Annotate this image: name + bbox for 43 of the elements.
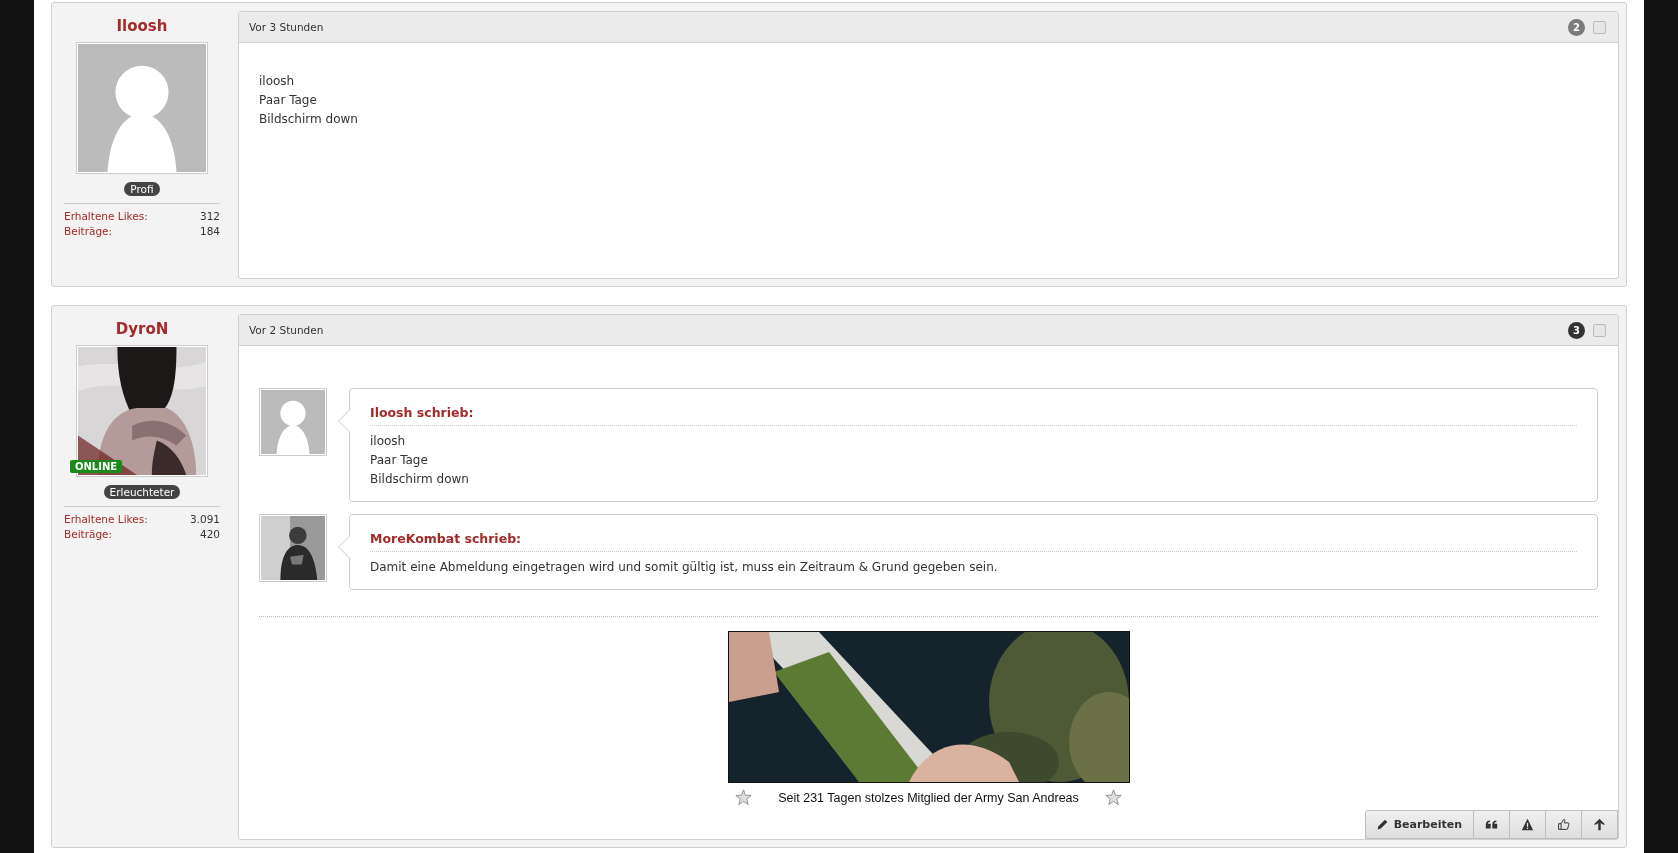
stat-value: 312 [199, 210, 220, 222]
quote-line: iloosh [370, 433, 407, 450]
edit-button[interactable]: Bearbeiten [1364, 810, 1474, 839]
message-line: iloosh [259, 73, 296, 90]
quote-button[interactable] [1474, 810, 1510, 839]
like-button[interactable] [1546, 810, 1582, 839]
message-line: Paar Tage [259, 92, 318, 109]
stat-label: Erhaltene Likes: [64, 513, 148, 525]
post-time: Vor 2 Stunden [249, 324, 325, 336]
quote-line: Paar Tage [370, 452, 429, 469]
quote-author[interactable]: Iloosh schrieb: [370, 405, 1577, 426]
star-icon [1104, 789, 1122, 806]
report-button[interactable] [1510, 810, 1546, 839]
select-checkbox[interactable] [1593, 20, 1606, 34]
select-checkbox[interactable] [1593, 323, 1606, 337]
quote-line: Damit eine Abmeldung eingetragen wird und somit gültig ist, muss ein Zeitraum & Grund gegeben sein. [370, 559, 999, 576]
message-line: Bildschirm down [259, 111, 359, 128]
stat-label: Beiträge: [64, 225, 113, 237]
quote-author[interactable]: MoreKombat schrieb: [370, 531, 1577, 552]
avatar-placeholder-icon [259, 388, 327, 456]
top-button[interactable] [1582, 810, 1618, 839]
thumbs-up-icon [1557, 818, 1570, 831]
warning-icon [1521, 818, 1534, 831]
stat-value: 184 [199, 225, 220, 237]
post-time: Vor 3 Stunden [249, 21, 325, 33]
stat-value: 420 [199, 528, 220, 540]
post-number[interactable]: 3 [1568, 321, 1585, 339]
signature-caption: Seit 231 Tagen stolzes Mitglied der Army San Andreas [778, 790, 1079, 805]
rank-badge: Profi [124, 182, 160, 196]
username-link[interactable]: Iloosh [116, 17, 168, 35]
stat-label: Beiträge: [64, 528, 113, 540]
quote-line: Bildschirm down [370, 471, 470, 488]
star-icon [735, 789, 753, 806]
arrow-up-icon [1593, 818, 1606, 831]
avatar-placeholder-icon [76, 42, 208, 174]
pencil-icon [1375, 818, 1389, 831]
username-link[interactable]: DyroN [115, 320, 169, 338]
stat-label: Erhaltene Likes: [64, 210, 148, 222]
post-number[interactable]: 2 [1568, 18, 1585, 36]
quote-icon [1485, 818, 1498, 831]
stat-value: 3.091 [189, 513, 220, 525]
online-badge: ONLINE [70, 460, 123, 473]
rank-badge: Erleuchteter [103, 485, 181, 499]
